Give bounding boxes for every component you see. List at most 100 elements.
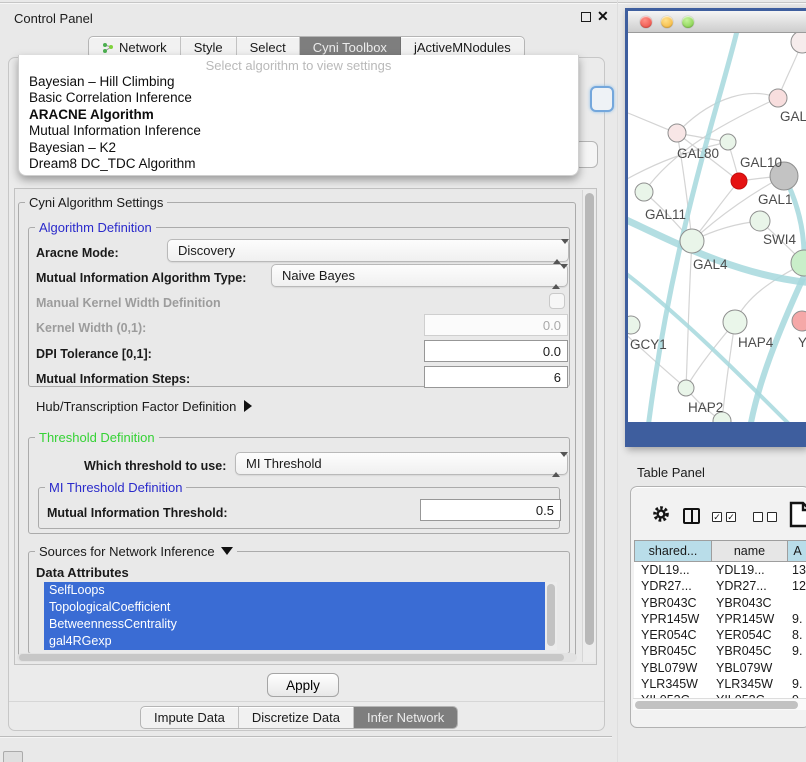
tab-label: Select	[250, 40, 286, 55]
export-table-icon[interactable]	[789, 501, 806, 533]
hub-definition-label: Hub/Transcription Factor Definition	[36, 399, 236, 414]
mi-threshold-field[interactable]: 0.5	[420, 499, 561, 521]
algorithm-option-dream8-dc-tdc-algorithm[interactable]: Dream8 DC_TDC Algorithm	[19, 156, 578, 172]
algorithm-dropdown: Select algorithm to view settings Bayesi…	[18, 55, 579, 176]
which-threshold-select[interactable]: MI Threshold	[235, 452, 568, 475]
group-title: Threshold Definition	[35, 430, 159, 445]
tab-label: Infer Network	[367, 710, 444, 725]
data-attributes-list: SelfLoopsTopologicalCoefficientBetweenne…	[44, 582, 545, 650]
network-node-gcy1[interactable]	[628, 316, 640, 334]
tab-impute-data[interactable]: Impute Data	[141, 707, 239, 728]
focused-spinner-button[interactable]	[590, 86, 614, 112]
network-node-top-partial[interactable]	[791, 33, 806, 53]
network-node-gal1[interactable]	[750, 211, 770, 231]
data-attribute-item-topologicalcoefficient[interactable]: TopologicalCoefficient	[44, 599, 545, 616]
resize-grip-icon[interactable]	[3, 751, 23, 762]
table-row-ypr145w[interactable]: YPR145WYPR145W9.	[634, 611, 806, 627]
table-row-ybr043c[interactable]: YBR043CYBR043C	[634, 595, 806, 611]
node-label-y: Y	[798, 335, 806, 350]
network-edge	[628, 217, 806, 283]
close-icon[interactable]: ✕	[597, 8, 609, 25]
manual-kernel-checkbox[interactable]	[549, 293, 565, 309]
network-canvas[interactable]: GALGAL80GAL10GAL1GAL11SWI4GAL4GCY1HAP4YH…	[628, 33, 806, 422]
algorithm-option-bayesian-k2[interactable]: Bayesian – K2	[19, 140, 578, 156]
table-row-ydl19[interactable]: YDL19...YDL19...13	[634, 562, 806, 578]
table-panel-title: Table Panel	[637, 465, 705, 480]
node-label-hap2: HAP2	[688, 400, 723, 415]
float-window-icon[interactable]	[581, 12, 591, 22]
deselect-checkbox-icon[interactable]	[753, 512, 763, 522]
network-node-gal11[interactable]	[635, 183, 653, 201]
scrollbar-thumb[interactable]	[585, 193, 594, 645]
select-all-checkbox-icon[interactable]: ✓	[712, 512, 722, 522]
algorithm-option-basic-correlation-inference[interactable]: Basic Correlation Inference	[19, 90, 578, 106]
scrollbar-thumb[interactable]	[19, 654, 564, 661]
hub-definition-expander[interactable]: Hub/Transcription Factor Definition	[36, 399, 252, 414]
attributes-scrollbar[interactable]	[545, 582, 557, 650]
group-title: MI Threshold Definition	[45, 480, 186, 495]
settings-vertical-scrollbar[interactable]	[582, 190, 595, 662]
table-row-ydr27[interactable]: YDR27...YDR27...12	[634, 578, 806, 594]
algorithm-option-aracne-algorithm[interactable]: ARACNE Algorithm	[19, 107, 578, 123]
table-cell: YDR27...	[641, 578, 692, 594]
table-cell: YER054C	[641, 627, 697, 643]
aracne-mode-value: Discovery	[178, 243, 235, 258]
table-cell: YBR043C	[641, 595, 697, 611]
mi-threshold-label: Mutual Information Threshold:	[47, 506, 228, 520]
select-all-checkbox-icon[interactable]: ✓	[726, 512, 736, 522]
dropdown-placeholder: Select algorithm to view settings	[19, 57, 578, 74]
algorithm-option-bayesian-hill-climbing[interactable]: Bayesian – Hill Climbing	[19, 74, 578, 90]
zoom-traffic-light-icon[interactable]	[682, 16, 694, 28]
table-row-yer054c[interactable]: YER054CYER054C8.	[634, 627, 806, 643]
mi-type-label: Mutual Information Algorithm Type:	[36, 271, 246, 285]
table-row-ylr345w[interactable]: YLR345WYLR345W9.	[634, 676, 806, 692]
table-row-ybr045c[interactable]: YBR045CYBR045C9.	[634, 643, 806, 659]
network-node-swi4-green[interactable]	[791, 250, 806, 276]
minimize-traffic-light-icon[interactable]	[661, 16, 673, 28]
network-node-hap2[interactable]	[678, 380, 694, 396]
network-view-window[interactable]: GALGAL80GAL10GAL1GAL11SWI4GAL4GCY1HAP4YH…	[625, 8, 806, 447]
dpi-tolerance-field[interactable]: 0.0	[424, 340, 568, 362]
settings-horizontal-scrollbar[interactable]	[17, 653, 577, 662]
data-attribute-item-gal4rgexp[interactable]: gal4RGexp	[44, 633, 545, 650]
data-attribute-item-selfloops[interactable]: SelfLoops	[44, 582, 545, 599]
table-cell: YBR045C	[641, 643, 697, 659]
apply-button[interactable]: Apply	[267, 673, 339, 697]
table-horizontal-scrollbar[interactable]	[633, 698, 806, 710]
tab-infer-network[interactable]: Infer Network	[354, 707, 457, 728]
aracne-mode-select[interactable]: Discovery	[167, 239, 569, 262]
column-header-name[interactable]: name	[712, 540, 788, 562]
network-node-gal10-red[interactable]	[731, 173, 747, 189]
table-row-ybl079w[interactable]: YBL079WYBL079W	[634, 660, 806, 676]
close-traffic-light-icon[interactable]	[640, 16, 652, 28]
node-label-gal: GAL	[780, 109, 806, 124]
network-node-green-top[interactable]	[720, 134, 736, 150]
collapse-down-icon	[221, 547, 233, 555]
kernel-width-field[interactable]: 0.0	[424, 314, 568, 336]
page-title: Control Panel	[14, 11, 93, 26]
data-attribute-item-betweennesscentrality[interactable]: BetweennessCentrality	[44, 616, 545, 633]
sources-collapse-toggle[interactable]: Sources for Network Inference	[35, 544, 237, 559]
network-node-gal80[interactable]	[668, 124, 686, 142]
algorithm-option-mutual-information-inference[interactable]: Mutual Information Inference	[19, 123, 578, 139]
network-node-pink-upper[interactable]	[769, 89, 787, 107]
tab-discretize-data[interactable]: Discretize Data	[239, 707, 354, 728]
column-header-shared[interactable]: shared...	[634, 540, 712, 562]
network-node-hap4[interactable]	[723, 310, 747, 334]
table-cell: YDR27...	[716, 578, 767, 594]
split-columns-icon[interactable]	[683, 508, 700, 524]
panel-split-divider	[617, 0, 618, 762]
scrollbar-thumb[interactable]	[635, 701, 798, 709]
network-window-titlebar[interactable]	[628, 11, 806, 33]
network-node-gal4[interactable]	[680, 229, 704, 253]
node-label-gal10: GAL10	[740, 155, 782, 170]
settings-gear-icon[interactable]	[651, 504, 671, 529]
column-header-a[interactable]: A	[788, 540, 806, 562]
scrollbar-thumb[interactable]	[547, 584, 555, 646]
network-node-pink-right[interactable]	[792, 311, 806, 331]
tab-label: jActiveMNodules	[414, 40, 511, 55]
deselect-checkbox-icon[interactable]	[767, 512, 777, 522]
mi-type-select[interactable]: Naive Bayes	[271, 264, 568, 287]
node-label-hap4: HAP4	[738, 335, 774, 350]
mi-steps-field[interactable]: 6	[424, 366, 568, 388]
